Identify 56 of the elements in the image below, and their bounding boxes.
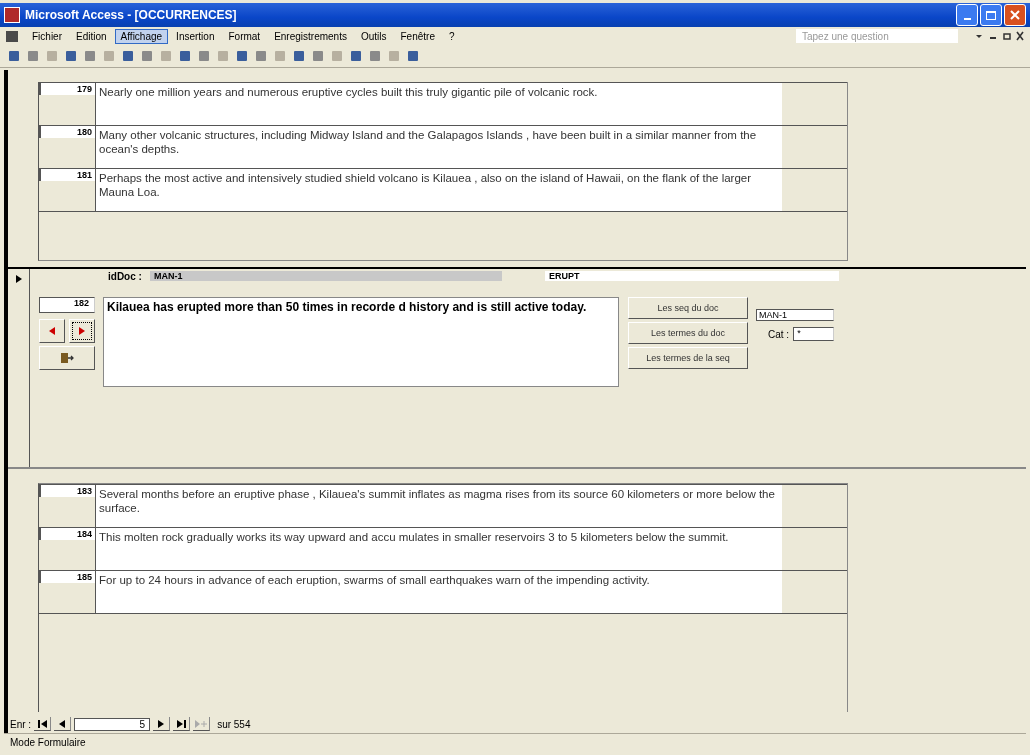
sequence-text: This molten rock gradually works its way upward and accu mulates in smaller reservoirs 3 to 5 kilometers below the summit. [95, 528, 782, 570]
sequence-number: 184 [39, 528, 95, 540]
exit-button[interactable] [39, 346, 95, 370]
sequence-text: Perhaps the most active and intensively studied shield volcano is Kilauea , also on the island of Hawaii, on the flank of the larger Mauna Loa. [95, 169, 782, 211]
previous-button[interactable] [39, 319, 65, 343]
menu-item[interactable]: Format [222, 28, 267, 44]
sequence-text: For up to 24 hours in advance of each eruption, swarms of small earthquakes warn of the impending activity. [95, 571, 782, 613]
menu-item[interactable]: Affichage [114, 28, 169, 44]
field-label: Cat : [768, 328, 790, 340]
close-button[interactable] [1004, 4, 1026, 26]
window-title: Microsoft Access - [OCCURRENCES] [25, 8, 237, 22]
menu-item[interactable]: Fichier [26, 28, 68, 44]
last-record-button[interactable] [173, 717, 191, 731]
last-icon[interactable] [176, 719, 186, 728]
sequence-text-field[interactable]: Kilauea has erupted more than 50 times in recorde d history and is still active today. [103, 297, 619, 387]
exit-door-icon[interactable] [60, 352, 74, 364]
current-record-icon [15, 275, 22, 283]
sequence-number: 179 [39, 83, 95, 95]
next-button[interactable] [69, 319, 95, 343]
doc-id-field[interactable]: MAN-1 [149, 271, 502, 281]
previous-record-button[interactable] [54, 717, 72, 731]
minimize-button[interactable] [956, 4, 978, 26]
record-count: sur 554 [217, 718, 251, 730]
record-label: Enr : [10, 718, 32, 730]
sequence-number-field[interactable]: 182 [39, 297, 95, 313]
form-button[interactable]: Les seq du doc [628, 297, 748, 319]
first-icon[interactable] [37, 719, 47, 728]
document-window-controls-icon[interactable] [974, 31, 1024, 41]
menu-item[interactable]: Fenêtre [394, 28, 441, 44]
record-number-field[interactable]: 5 [74, 717, 151, 731]
next-record-button[interactable] [153, 717, 171, 731]
menu-item[interactable]: Insertion [170, 28, 221, 44]
restore-button[interactable] [980, 4, 1002, 26]
field-label: idDoc : [108, 270, 142, 282]
question-field[interactable]: Tapez une question [796, 29, 958, 43]
sequence-number: 180 [39, 126, 95, 138]
menu-item[interactable]: Outils [354, 28, 393, 44]
sequence-text: Several months before an eruptive phase , Kilauea's summit inflates as magma rises from its source 60 kilometers or more below the surface. [95, 485, 782, 527]
left-arrow-icon[interactable] [59, 719, 66, 728]
status-bar: Mode Formulaire [4, 733, 1026, 752]
sequence-number: 185 [39, 571, 95, 583]
sequence-text: Nearly one million years and numerous eruptive cycles built this truly gigantic pile of volcanic rock. [95, 83, 782, 125]
menu-item[interactable]: ? [443, 28, 461, 44]
sequence-number: 183 [39, 485, 95, 497]
category-field[interactable]: ERUPT [544, 271, 839, 281]
sequence-number: 181 [39, 169, 95, 181]
close-icon[interactable] [1010, 10, 1020, 20]
right-arrow-icon[interactable] [158, 719, 165, 728]
document-field[interactable]: MAN-1 [756, 309, 834, 321]
menu-item[interactable]: Enregistrements [268, 28, 353, 44]
form-button[interactable]: Les termes du doc [628, 322, 748, 344]
first-record-button[interactable] [34, 717, 52, 731]
category-field[interactable]: * [793, 327, 835, 341]
menu-item[interactable]: Edition [70, 28, 113, 44]
sequence-text: Many other volcanic structures, including Midway Island and the Galapagos Islands , have been built in a similar manner from the ocean's depths. [95, 126, 782, 168]
form-button[interactable]: Les termes de la seq [628, 347, 748, 369]
